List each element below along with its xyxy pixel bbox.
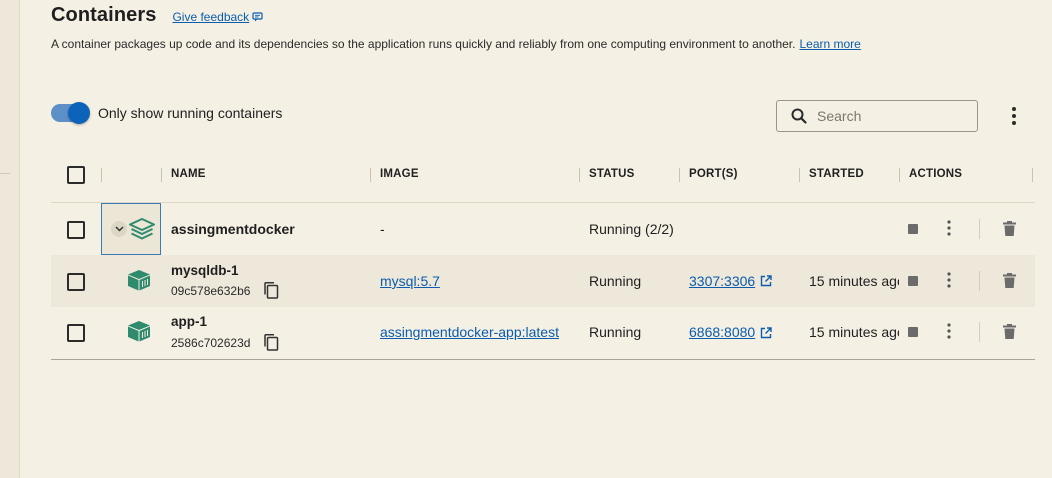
- running-filter-row: Only show running containers: [51, 102, 283, 124]
- container-id: 2586c702623d: [171, 336, 251, 350]
- container-name[interactable]: app-1: [171, 314, 207, 329]
- row-checkbox[interactable]: [67, 273, 85, 291]
- column-header-actions: ACTIONS: [909, 168, 963, 180]
- stop-icon[interactable]: [908, 276, 918, 286]
- copy-icon[interactable]: [263, 334, 279, 351]
- column-header-image[interactable]: IMAGE: [380, 168, 419, 180]
- container-id: 09c578e632b6: [171, 284, 251, 298]
- compose-group-row[interactable]: assingmentdocker - Running (2/2): [51, 203, 1035, 255]
- image-link[interactable]: assingmentdocker-app:latest: [380, 324, 559, 340]
- container-row[interactable]: mysqldb-1 09c578e632b6 mysql:5.7 Running…: [51, 255, 1035, 307]
- select-all-checkbox[interactable]: [67, 166, 85, 184]
- container-started: 15 minutes ago: [809, 324, 899, 340]
- row-checkbox[interactable]: [67, 221, 85, 239]
- copy-icon[interactable]: [263, 282, 279, 299]
- search-box[interactable]: [776, 100, 978, 132]
- stack-layers-icon: [129, 218, 155, 240]
- toggle-knob: [68, 102, 90, 124]
- container-started: 15 minutes ago: [809, 273, 899, 289]
- page-description: A container packages up code and its dep…: [51, 37, 861, 51]
- group-expander[interactable]: [101, 203, 161, 255]
- feedback-icon: [252, 12, 263, 22]
- page-title: Containers: [51, 4, 157, 26]
- row-checkbox[interactable]: [67, 324, 85, 342]
- row-more-options-icon[interactable]: [946, 220, 952, 241]
- table-header: NAME IMAGE STATUS PORT(S) STARTED ACTION…: [51, 148, 1035, 203]
- group-image: -: [380, 221, 385, 237]
- column-header-started[interactable]: STARTED: [809, 168, 864, 180]
- container-status: Running: [589, 324, 642, 340]
- row-more-options-icon[interactable]: [946, 272, 952, 293]
- learn-more-link[interactable]: Learn more: [799, 37, 860, 51]
- column-header-ports[interactable]: PORT(S): [689, 168, 738, 180]
- column-header-status[interactable]: STATUS: [589, 168, 635, 180]
- give-feedback-label: Give feedback: [172, 10, 250, 24]
- description-text: A container packages up code and its dep…: [51, 37, 796, 51]
- search-icon: [791, 108, 807, 124]
- container-icon: [128, 270, 150, 291]
- container-status: Running: [589, 273, 642, 289]
- stop-icon[interactable]: [908, 224, 918, 234]
- external-link-icon[interactable]: [760, 275, 772, 287]
- container-name[interactable]: mysqldb-1: [171, 263, 239, 278]
- chevron-down-icon[interactable]: [111, 221, 127, 237]
- port-link[interactable]: 3307:3306: [689, 273, 755, 289]
- stop-icon[interactable]: [908, 327, 918, 337]
- more-options-icon[interactable]: [1006, 106, 1022, 126]
- delete-icon[interactable]: [1003, 324, 1016, 344]
- container-row[interactable]: app-1 2586c702623d assingmentdocker-app:…: [51, 307, 1035, 360]
- image-link[interactable]: mysql:5.7: [380, 273, 440, 289]
- column-header-name[interactable]: NAME: [171, 168, 206, 180]
- delete-icon[interactable]: [1003, 273, 1016, 293]
- group-name[interactable]: assingmentdocker: [171, 221, 295, 237]
- only-running-label: Only show running containers: [98, 105, 283, 121]
- containers-table: NAME IMAGE STATUS PORT(S) STARTED ACTION…: [51, 148, 1035, 360]
- give-feedback-link[interactable]: Give feedback: [172, 10, 263, 24]
- only-running-toggle[interactable]: [51, 102, 90, 124]
- port-link[interactable]: 6868:8080: [689, 324, 755, 340]
- external-link-icon[interactable]: [760, 327, 772, 339]
- delete-icon[interactable]: [1003, 221, 1016, 241]
- containers-view: Containers Give feedback A container pac…: [51, 0, 1035, 478]
- row-more-options-icon[interactable]: [946, 323, 952, 344]
- title-row: Containers Give feedback: [51, 4, 263, 27]
- container-icon: [128, 321, 150, 342]
- search-input[interactable]: [817, 108, 967, 124]
- sidebar-edge: [0, 0, 20, 478]
- group-status: Running (2/2): [589, 221, 674, 237]
